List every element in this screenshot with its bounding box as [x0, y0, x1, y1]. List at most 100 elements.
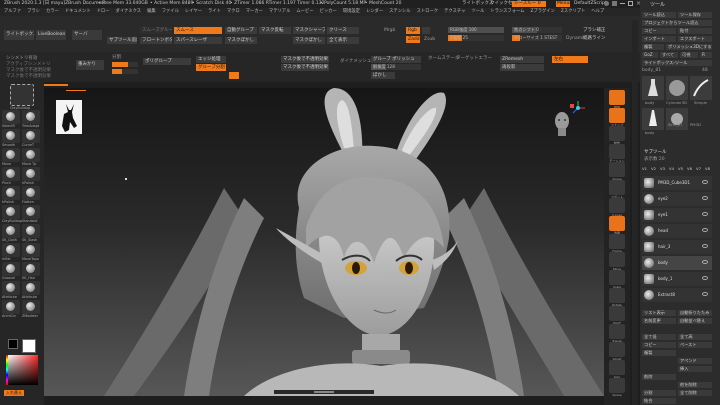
- eye-icon[interactable]: [702, 228, 708, 232]
- right-tool-button[interactable]: [609, 378, 625, 393]
- menu-item[interactable]: ヘルプ: [591, 9, 604, 15]
- subtool-row[interactable]: head: [642, 224, 712, 238]
- auto-group-button[interactable]: 自動グループ: [225, 27, 257, 34]
- tool-panel-header[interactable]: ツール: [650, 2, 665, 8]
- menu-item[interactable]: トランスフォーム: [490, 9, 524, 15]
- right-tool-button[interactable]: [609, 324, 625, 339]
- mask-blur2-button[interactable]: マスクぼかし: [293, 37, 325, 44]
- z-intensity-slider[interactable]: Z強度 25: [448, 35, 504, 41]
- brush-slot[interactable]: [22, 205, 40, 219]
- subtool-row[interactable]: eye1: [642, 208, 712, 222]
- float-button[interactable]: フロートンボタン: [140, 37, 172, 44]
- tool-panel-scroll[interactable]: [632, 20, 638, 405]
- menu-item[interactable]: レンダー: [366, 9, 383, 15]
- menu-item[interactable]: レイヤー: [185, 9, 202, 15]
- tool-thumb-simple[interactable]: [690, 76, 712, 100]
- rename-button[interactable]: 名前変更: [642, 318, 676, 324]
- paste-tool-button[interactable]: 貼付: [678, 28, 712, 34]
- groove-polish-button[interactable]: グルーブ ポリッシュ: [371, 56, 421, 63]
- divide-label[interactable]: 分割: [112, 55, 121, 61]
- tool-thumb-body2[interactable]: [642, 108, 664, 130]
- help-icon[interactable]: [604, 1, 609, 6]
- menu-item[interactable]: Zスクリプト: [561, 9, 585, 15]
- menu-item[interactable]: マクロ: [227, 9, 240, 15]
- color-swatch-secondary[interactable]: [8, 339, 18, 349]
- goz-all-button[interactable]: すべて: [660, 52, 678, 58]
- subtool-header[interactable]: サブツール: [644, 150, 667, 156]
- v-button[interactable]: V2: [651, 166, 656, 171]
- menu-item[interactable]: ツール: [471, 9, 484, 15]
- swap-colors-button[interactable]: 入れ替え: [4, 390, 24, 396]
- character-model[interactable]: [44, 88, 604, 396]
- target-error-label[interactable]: ターゲットエラー: [456, 56, 492, 62]
- merge-button[interactable]: 結合: [642, 398, 676, 404]
- dynamesh-label[interactable]: ダイナメッシュ: [340, 59, 371, 65]
- polygroups-button[interactable]: ポリグループ: [143, 58, 191, 65]
- eye-icon[interactable]: [702, 180, 708, 184]
- brush-slot[interactable]: [22, 110, 40, 124]
- right-tool-button[interactable]: [609, 144, 625, 159]
- brush-slot[interactable]: [22, 148, 40, 162]
- export-button[interactable]: エクスポート: [678, 36, 712, 42]
- lightbox-tools-button[interactable]: ライトボックス›ツール: [642, 60, 712, 66]
- all-low-button[interactable]: 全て低: [642, 334, 676, 340]
- right-tool-button[interactable]: [609, 252, 625, 267]
- lazy-label[interactable]: 経路ライン: [583, 36, 606, 42]
- save-tool-button[interactable]: ツール保存: [678, 12, 712, 18]
- auto-collapse-button[interactable]: 自動折りたたみ: [678, 310, 712, 316]
- right-tool-button[interactable]: [609, 162, 625, 177]
- mrgb-label[interactable]: Mrgb: [384, 28, 395, 34]
- layout-icon[interactable]: [612, 1, 617, 6]
- brush-slot[interactable]: [22, 243, 40, 257]
- color-picker-wheel[interactable]: [8, 355, 38, 385]
- brush-slot[interactable]: [2, 110, 20, 124]
- v-button[interactable]: V3: [660, 166, 665, 171]
- menu-item[interactable]: ファイル: [162, 9, 179, 15]
- delete-other-button[interactable]: 他を削除: [678, 382, 712, 388]
- sparse-button[interactable]: スパースレーザ: [174, 37, 222, 44]
- right-tool-button[interactable]: [609, 126, 625, 141]
- eye-icon[interactable]: [702, 276, 708, 280]
- rgb-intensity-slider[interactable]: RGB強度 100: [448, 27, 504, 33]
- right-tool-button[interactable]: [609, 270, 625, 285]
- right-tool-button[interactable]: [609, 180, 625, 195]
- paste-subtool-button[interactable]: ペースト: [678, 342, 712, 348]
- make-polymesh-button[interactable]: ポリメッシュ3Dにする: [666, 44, 712, 50]
- mask-blur-label[interactable]: マスク後で不透明効果: [6, 74, 51, 80]
- goz-visible-button[interactable]: 可視: [680, 52, 698, 58]
- subtool-row[interactable]: body_1: [642, 272, 712, 286]
- eye-icon[interactable]: [702, 260, 708, 264]
- window-controls[interactable]: ×: [604, 0, 642, 7]
- menu-item[interactable]: ムービー: [296, 9, 313, 15]
- subdiv-slider-lower[interactable]: [112, 69, 138, 74]
- menu-item[interactable]: 編集: [147, 9, 156, 15]
- right-tool-button[interactable]: [609, 108, 625, 123]
- brush-slot[interactable]: [22, 224, 40, 238]
- v-button[interactable]: V1: [642, 166, 647, 171]
- menu-item[interactable]: ステンシル: [389, 9, 410, 15]
- insert-button[interactable]: 挿入: [678, 366, 712, 372]
- split-button[interactable]: 分割: [642, 390, 676, 396]
- tool-thumb-cylinder[interactable]: [666, 76, 688, 100]
- server-button[interactable]: サーバ: [72, 30, 102, 40]
- brush-slot[interactable]: [22, 186, 40, 200]
- menu-item[interactable]: カラー: [46, 9, 59, 15]
- rgb-button[interactable]: Rgb: [406, 27, 420, 34]
- scroll-thumb[interactable]: [314, 391, 334, 393]
- menu-item[interactable]: テクスチャ: [444, 9, 465, 15]
- v-button[interactable]: V6: [687, 166, 692, 171]
- zadd-button[interactable]: Zadd: [406, 36, 420, 43]
- goz-r-button[interactable]: R: [700, 52, 712, 58]
- smooth-group-button[interactable]: スムーズグループ: [140, 27, 172, 34]
- menu-item[interactable]: マテリアル: [269, 9, 290, 15]
- crease-button[interactable]: クリース: [327, 27, 359, 34]
- auto-reorder-button[interactable]: 自動並べ替え: [678, 318, 712, 324]
- v-button[interactable]: V4: [669, 166, 674, 171]
- delete-button[interactable]: 削除: [642, 374, 676, 380]
- brush-slot[interactable]: [22, 300, 40, 314]
- brush-slot[interactable]: [22, 281, 40, 295]
- clone-button[interactable]: 複製: [642, 44, 664, 50]
- brush-slot[interactable]: [2, 300, 20, 314]
- smooth-button[interactable]: スムース: [174, 27, 222, 34]
- menu-item[interactable]: Zプラグイン: [530, 9, 554, 15]
